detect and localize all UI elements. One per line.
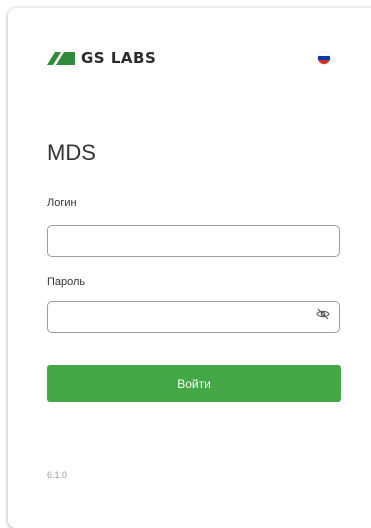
page-title: MDS — [47, 140, 96, 165]
version-text: 6.1.0 — [47, 470, 68, 480]
login-button[interactable]: Войти — [47, 365, 341, 402]
gs-labs-logo-icon — [47, 52, 75, 65]
brand-name: GS LABS — [81, 49, 157, 67]
login-input[interactable] — [47, 225, 340, 257]
russia-flag-icon[interactable] — [318, 52, 330, 64]
brand-logo: GS LABS — [47, 48, 156, 68]
login-label: Логин — [47, 197, 77, 209]
password-input[interactable] — [47, 301, 340, 333]
password-label: Пароль — [47, 276, 86, 288]
eye-off-icon[interactable] — [316, 307, 330, 321]
login-card — [8, 8, 371, 528]
